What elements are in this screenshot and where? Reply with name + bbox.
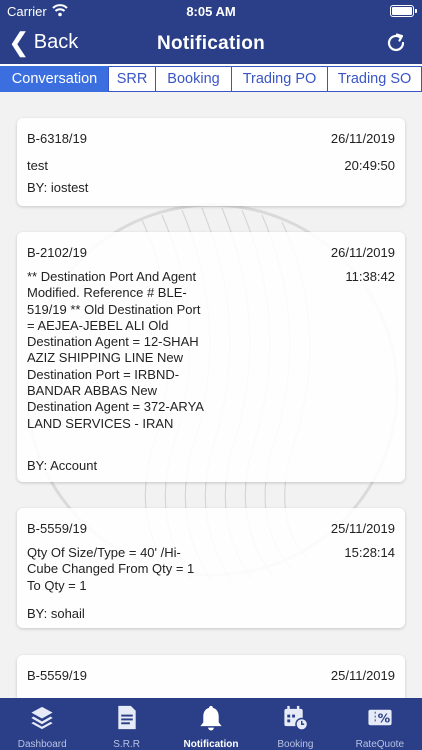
notification-message: ** Destination Port And Agent Modified. … bbox=[27, 269, 204, 431]
tab-srr-bottom[interactable]: S.R.R bbox=[84, 698, 168, 750]
tab-booking-bottom[interactable]: Booking bbox=[253, 698, 337, 750]
notification-date: 25/11/2019 bbox=[330, 668, 395, 683]
layers-icon bbox=[31, 706, 53, 730]
notification-time: 20:49:50 bbox=[344, 158, 395, 173]
status-time: 8:05 AM bbox=[186, 4, 236, 19]
tab-srr-label: S.R.R bbox=[113, 739, 140, 750]
notification-card[interactable]: B-5559/19 25/11/2019 bbox=[17, 655, 405, 698]
notification-ref: B-5559/19 bbox=[27, 668, 87, 683]
notification-card[interactable]: B-2102/19 26/11/2019 ** Destination Port… bbox=[17, 232, 405, 482]
notification-card[interactable]: B-5559/19 25/11/2019 Qty Of Size/Type = … bbox=[17, 508, 405, 628]
tab-conversation[interactable]: Conversation bbox=[0, 66, 109, 92]
tab-ratequote-label: RateQuote bbox=[355, 739, 405, 750]
notification-ref: B-6318/19 bbox=[27, 131, 87, 146]
notification-list[interactable]: B-6318/19 26/11/2019 test 20:49:50 BY: i… bbox=[0, 92, 422, 698]
refresh-icon[interactable] bbox=[384, 31, 408, 55]
notification-card[interactable]: B-6318/19 26/11/2019 test 20:49:50 BY: i… bbox=[17, 118, 405, 206]
notification-ref: B-2102/19 bbox=[27, 245, 87, 260]
tab-notification[interactable]: Notification bbox=[169, 698, 253, 750]
tab-ratequote[interactable]: % RateQuote bbox=[338, 698, 422, 750]
tab-srr[interactable]: SRR bbox=[108, 66, 156, 92]
status-bar: Carrier 8:05 AM bbox=[0, 0, 422, 22]
notification-date: 25/11/2019 bbox=[330, 521, 395, 536]
tab-dashboard[interactable]: Dashboard bbox=[0, 698, 84, 750]
bottom-tab-bar: Dashboard S.R.R Notification Booking % R… bbox=[0, 698, 422, 750]
tab-trading-so[interactable]: Trading SO bbox=[327, 66, 422, 92]
notification-ref: B-5559/19 bbox=[27, 521, 87, 536]
percent-ticket-icon: % bbox=[368, 709, 392, 725]
notification-message: test bbox=[27, 158, 48, 173]
notification-author: BY: Account bbox=[27, 458, 98, 473]
notification-time: 11:38:42 bbox=[345, 269, 395, 284]
notification-date: 26/11/2019 bbox=[330, 245, 395, 260]
navigation-bar: ❮ Back Notification bbox=[0, 22, 422, 64]
document-icon bbox=[117, 705, 136, 730]
tab-booking[interactable]: Booking bbox=[155, 66, 232, 92]
notification-message: Qty Of Size/Type = 40' /Hi-Cube Changed … bbox=[27, 545, 195, 593]
notification-time: 15:28:14 bbox=[344, 545, 395, 560]
page-title: Notification bbox=[156, 33, 266, 54]
battery-icon bbox=[390, 5, 417, 17]
tab-dashboard-label: Dashboard bbox=[17, 739, 67, 750]
notification-date: 26/11/2019 bbox=[330, 131, 395, 146]
tab-notification-label: Notification bbox=[183, 739, 239, 750]
svg-text:%: % bbox=[377, 710, 390, 725]
bell-icon bbox=[200, 705, 222, 731]
notification-author: BY: iostest bbox=[27, 180, 89, 195]
calendar-icon bbox=[284, 705, 309, 731]
notification-author: BY: sohail bbox=[27, 606, 85, 621]
tab-trading-po[interactable]: Trading PO bbox=[231, 66, 328, 92]
segment-tabs: Conversation SRR Booking Trading PO Trad… bbox=[0, 66, 422, 92]
tab-booking-label: Booking bbox=[277, 739, 314, 750]
